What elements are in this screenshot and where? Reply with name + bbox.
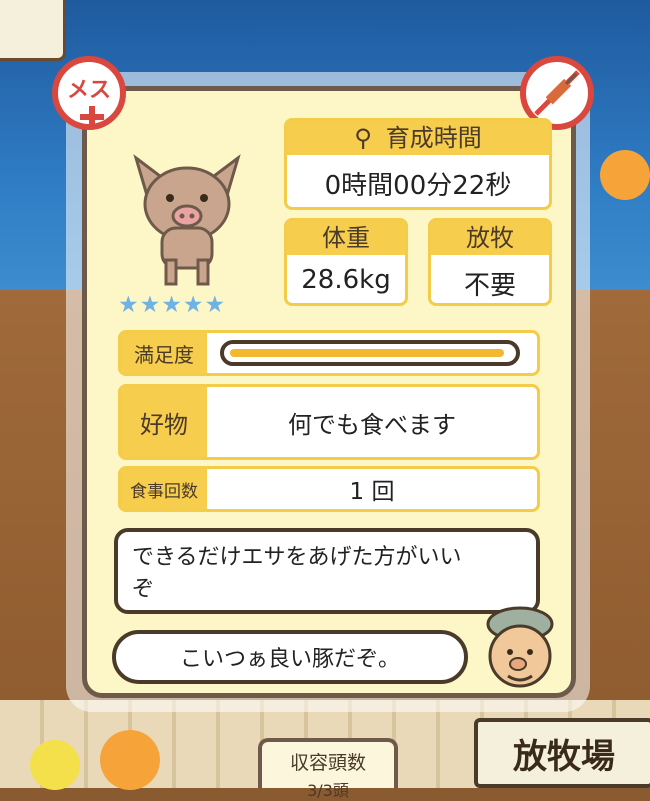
corner-item-card[interactable] xyxy=(0,0,66,61)
capacity-value: 3/3頭 xyxy=(307,781,349,800)
meal-count-value: 1 回 xyxy=(349,479,395,505)
growth-time-label: 育成時間 xyxy=(385,124,482,152)
grazing-label: 放牧 xyxy=(431,221,549,255)
pig-avatar xyxy=(133,154,241,286)
favorite-label: 好物 xyxy=(121,387,207,457)
capacity-label: 収容頭数 xyxy=(289,752,366,774)
orange-decoration-right xyxy=(600,150,650,200)
growth-time-header: ⚲ 育成時間 xyxy=(287,121,549,155)
sex-label: メス xyxy=(66,78,111,103)
female-sex-icon-bar xyxy=(80,114,104,120)
farmer-avatar xyxy=(486,606,554,688)
grazing-value: 不要 xyxy=(463,271,516,301)
capacity-sign: 収容頭数 3/3頭 xyxy=(258,738,398,800)
comment-text: こいつぁ良い豚だぞ。 xyxy=(179,647,400,672)
female-sex-badge: メス xyxy=(52,56,126,130)
satisfaction-gauge-fill xyxy=(230,349,505,357)
timer-icon: ⚲ xyxy=(354,124,372,152)
favorite-value: 何でも食べます xyxy=(288,410,456,439)
advice-line-2: ぞ xyxy=(132,577,155,602)
lemon-decoration xyxy=(30,740,80,790)
meal-count-row: 食事回数 1 回 xyxy=(118,466,540,512)
weight-label: 体重 xyxy=(287,221,405,255)
satisfaction-gauge xyxy=(220,340,520,366)
ranch-button[interactable]: 放牧場 xyxy=(474,718,650,788)
grazing-box: 放牧 不要 xyxy=(428,218,552,306)
satisfaction-label: 満足度 xyxy=(121,333,207,373)
favorite-food-row: 好物 何でも食べます xyxy=(118,384,540,460)
growth-time-value: 0時間00分22秒 xyxy=(324,171,512,201)
comment-bubble: こいつぁ良い豚だぞ。 xyxy=(112,630,468,684)
rating-stars: ★★★★★ xyxy=(118,292,227,318)
advice-bubble: できるだけエサをあげた方がいい ぞ xyxy=(114,528,540,614)
orange-decoration xyxy=(100,730,160,790)
weight-box: 体重 28.6kg xyxy=(284,218,408,306)
growth-time-box: ⚲ 育成時間 0時間00分22秒 xyxy=(284,118,552,210)
meal-count-label: 食事回数 xyxy=(121,469,207,509)
advice-line-1: できるだけエサをあげた方がいい xyxy=(132,545,462,570)
weight-value: 28.6kg xyxy=(301,265,391,295)
